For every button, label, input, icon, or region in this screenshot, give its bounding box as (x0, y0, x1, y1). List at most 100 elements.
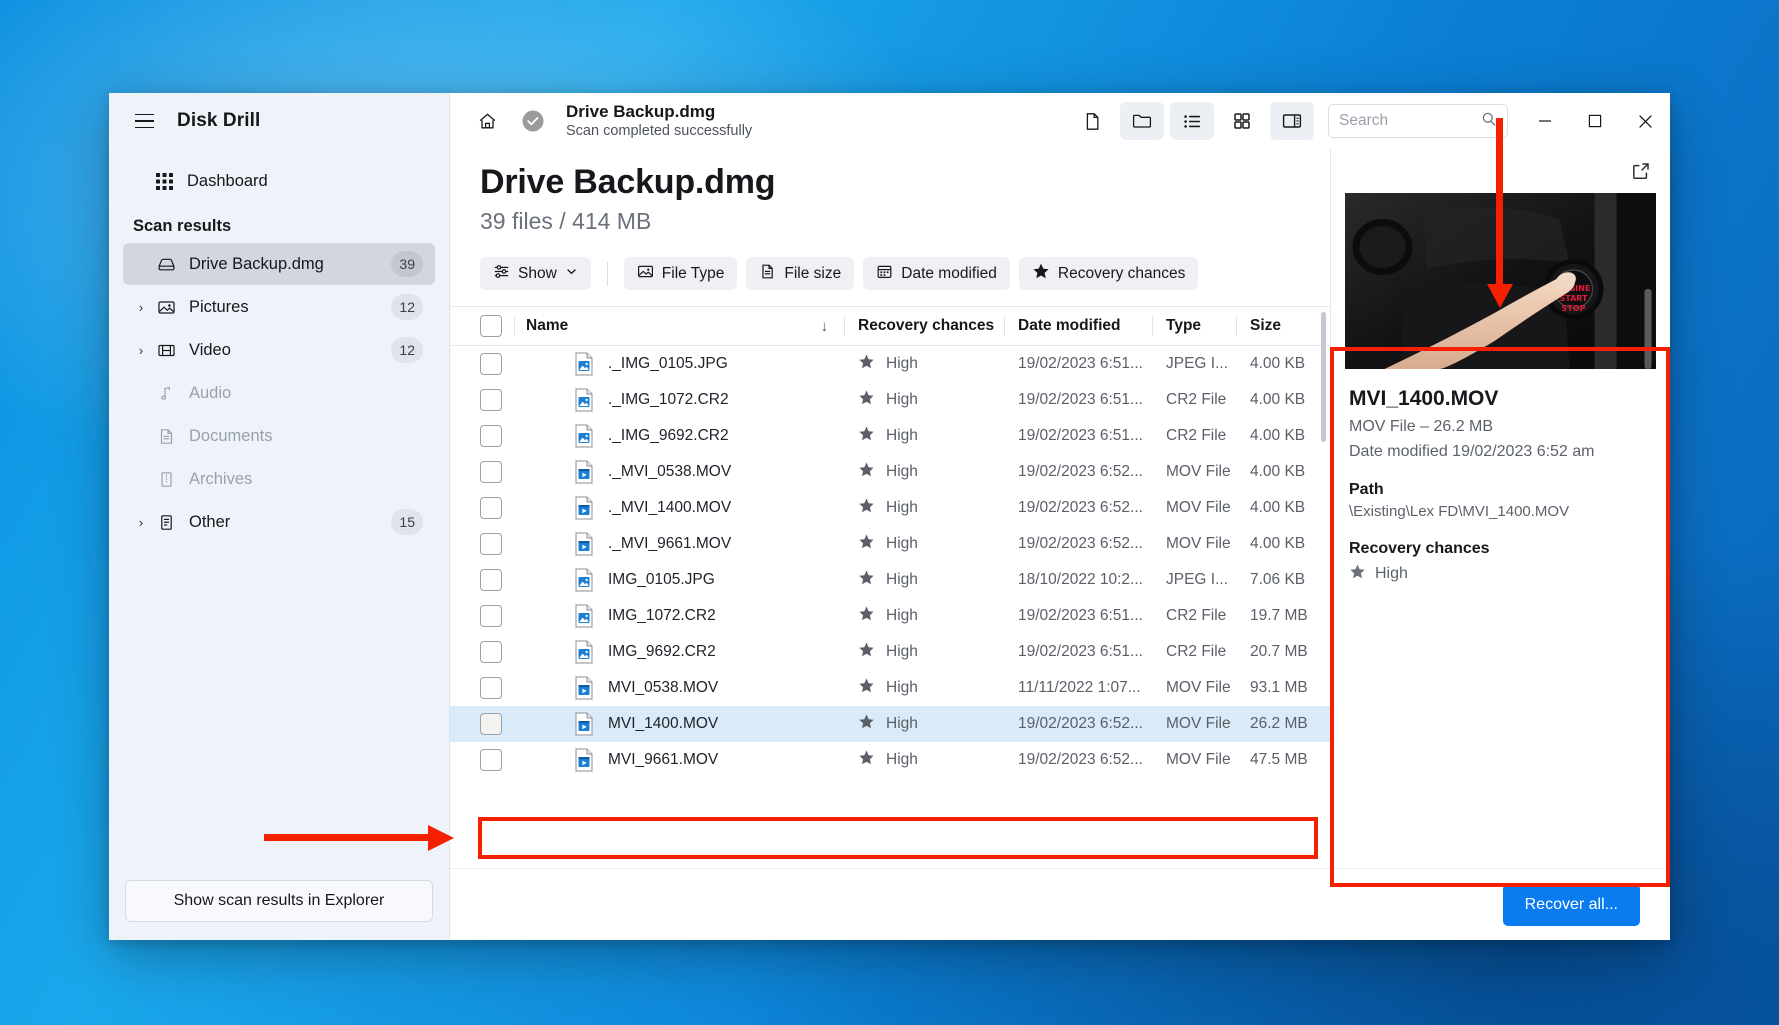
column-header-size[interactable]: Size (1236, 307, 1330, 345)
sidebar-item-pictures[interactable]: › Pictures 12 (123, 286, 435, 328)
column-header-type[interactable]: Type (1152, 307, 1236, 345)
column-header-label: Name (526, 317, 569, 334)
chevron-right-icon[interactable]: › (131, 515, 151, 530)
table-row[interactable]: IMG_0105.JPG High 18/10/2022 10:2... JPEG I… (450, 562, 1330, 598)
table-row[interactable]: ._IMG_0105.JPG High 19/02/2023 6:51... JPEG… (450, 346, 1330, 382)
row-size: 4.00 KB (1250, 391, 1306, 408)
title-bar: Drive Backup.dmg Scan completed successf… (450, 93, 1670, 149)
list-scrollbar[interactable] (1321, 312, 1326, 442)
row-checkbox[interactable] (468, 605, 514, 627)
maximize-icon[interactable] (1570, 93, 1620, 149)
table-row[interactable]: ._IMG_1072.CR2 High 19/02/2023 6:51... CR2 … (450, 382, 1330, 418)
chevron-right-icon[interactable]: › (131, 300, 151, 315)
home-icon[interactable] (468, 102, 506, 140)
close-icon[interactable] (1620, 93, 1670, 149)
row-date-modified: 19/02/2023 6:51... (1018, 643, 1143, 660)
list-view-button[interactable] (1170, 102, 1214, 140)
star-icon (858, 677, 875, 699)
sidebar-item-other[interactable]: › Other 15 (123, 501, 435, 543)
sidebar-item-video[interactable]: › Video 12 (123, 329, 435, 371)
show-filter-button[interactable]: Show (480, 257, 591, 290)
row-checkbox[interactable] (468, 533, 514, 555)
search-input[interactable] (1339, 112, 1481, 130)
preview-thumbnail: ENGINE START STOP (1345, 193, 1656, 369)
sidebar-item-documents: › Documents (123, 415, 435, 457)
preview-recovery-value-row: High (1349, 563, 1652, 585)
sidebar-footer: Show scan results in Explorer (109, 866, 449, 940)
table-row[interactable]: MVI_0538.MOV High 11/11/2022 1:07... MOV Fi… (450, 670, 1330, 706)
star-icon (858, 533, 875, 555)
row-recovery-value: High (886, 427, 918, 444)
preview-file-name: MVI_1400.MOV (1349, 387, 1499, 410)
table-row[interactable]: ._MVI_0538.MOV High 19/02/2023 6:52... MOV … (450, 454, 1330, 490)
row-checkbox[interactable] (468, 677, 514, 699)
row-checkbox[interactable] (468, 749, 514, 771)
date-modified-filter-button[interactable]: Date modified (863, 257, 1010, 290)
video-icon (151, 341, 181, 360)
hamburger-icon[interactable] (127, 104, 161, 138)
folder-view-button[interactable] (1120, 102, 1164, 140)
minimize-icon[interactable] (1520, 93, 1570, 149)
show-scan-results-in-explorer-button[interactable]: Show scan results in Explorer (125, 880, 433, 922)
file-type-filter-button[interactable]: File Type (623, 257, 738, 290)
table-row[interactable]: ._MVI_1400.MOV High 19/02/2023 6:52... MOV … (450, 490, 1330, 526)
table-row[interactable]: IMG_1072.CR2 High 19/02/2023 6:51... CR2 Fi… (450, 598, 1330, 634)
row-size: 26.2 MB (1250, 715, 1308, 732)
row-file-name: MVI_1400.MOV (608, 715, 719, 732)
row-recovery-cell: High (844, 605, 1004, 627)
row-checkbox[interactable] (468, 497, 514, 519)
table-row[interactable]: MVI_9661.MOV High 19/02/2023 6:52... MOV Fi… (450, 742, 1330, 778)
row-checkbox[interactable] (468, 389, 514, 411)
file-view-button[interactable] (1070, 102, 1114, 140)
table-row[interactable]: MVI_1400.MOV High 19/02/2023 6:52... MOV Fi… (450, 706, 1330, 742)
recover-all-button[interactable]: Recover all... (1502, 883, 1640, 926)
preview-pane-button[interactable] (1270, 102, 1314, 140)
row-date-modified: 19/02/2023 6:52... (1018, 715, 1143, 732)
preview-toolbar (1331, 149, 1670, 193)
row-recovery-cell: High (844, 641, 1004, 663)
chevron-right-icon[interactable]: › (131, 343, 151, 358)
image-file-icon (574, 352, 594, 376)
search-box[interactable] (1328, 104, 1508, 138)
filter-bar: Show File Type File size Date modified R… (450, 235, 1330, 306)
row-type: JPEG I... (1166, 571, 1229, 588)
row-recovery-cell: High (844, 677, 1004, 699)
preview-recovery-value: High (1375, 565, 1408, 582)
row-checkbox[interactable] (468, 641, 514, 663)
table-row[interactable]: ._MVI_9661.MOV High 19/02/2023 6:52... MOV … (450, 526, 1330, 562)
row-checkbox[interactable] (468, 425, 514, 447)
row-name-cell: MVI_1400.MOV (514, 712, 844, 736)
sidebar-item-count: 15 (391, 509, 423, 535)
sidebar-item-dashboard[interactable]: Dashboard (123, 160, 435, 202)
table-header-row: Name ↓ Recovery chances Date modified Ty… (450, 306, 1330, 346)
grid-view-button[interactable] (1220, 102, 1264, 140)
row-size: 4.00 KB (1250, 427, 1306, 444)
row-checkbox[interactable] (468, 461, 514, 483)
preview-path-heading: Path (1349, 481, 1384, 498)
row-size: 4.00 KB (1250, 463, 1306, 480)
footer-bar: Recover all... (450, 868, 1670, 940)
sidebar-item-label: Other (189, 512, 231, 531)
table-row[interactable]: IMG_9692.CR2 High 19/02/2023 6:51... CR2 Fi… (450, 634, 1330, 670)
external-link-icon[interactable] (1626, 156, 1656, 186)
row-date-modified: 19/02/2023 6:52... (1018, 535, 1143, 552)
sidebar-item-audio: › Audio (123, 372, 435, 414)
image-file-icon (574, 568, 594, 592)
select-all-checkbox[interactable] (468, 307, 514, 345)
title-bar-text: Drive Backup.dmg Scan completed successf… (566, 102, 752, 140)
column-header-recovery-chances[interactable]: Recovery chances (844, 307, 1004, 345)
recovery-chances-filter-button[interactable]: Recovery chances (1018, 257, 1199, 290)
row-name-cell: ._IMG_9692.CR2 (514, 424, 844, 448)
sidebar: Disk Drill Dashboard Scan results Drive … (109, 93, 450, 940)
sidebar-item-count: 39 (391, 251, 423, 277)
column-header-date-modified[interactable]: Date modified (1004, 307, 1152, 345)
file-size-filter-button[interactable]: File size (746, 257, 855, 290)
row-recovery-cell: High (844, 497, 1004, 519)
sidebar-item-drive-backup[interactable]: › Drive Backup.dmg 39 (123, 243, 435, 285)
column-header-name[interactable]: Name ↓ (514, 307, 844, 345)
row-checkbox[interactable] (468, 569, 514, 591)
row-size: 4.00 KB (1250, 535, 1306, 552)
row-checkbox[interactable] (468, 713, 514, 735)
row-checkbox[interactable] (468, 353, 514, 375)
table-row[interactable]: ._IMG_9692.CR2 High 19/02/2023 6:51... CR2 … (450, 418, 1330, 454)
